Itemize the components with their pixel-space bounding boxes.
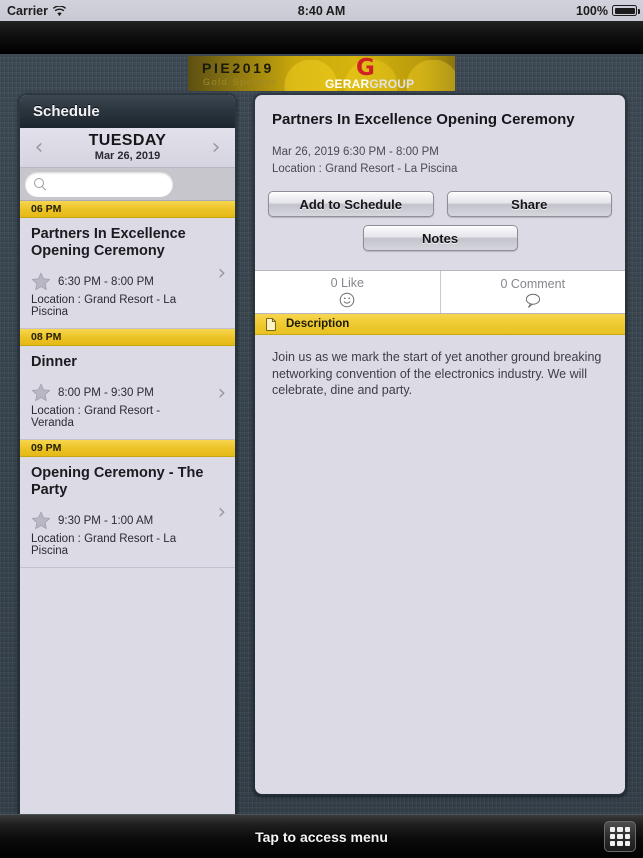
gerar-brand-bold: GERAR <box>325 77 370 91</box>
device-bezel <box>0 21 643 54</box>
list-item[interactable]: Dinner 8:00 PM - 9:30 PM Location : Gran… <box>20 346 235 440</box>
share-button[interactable]: Share <box>446 191 612 217</box>
event-meta: 6:30 PM - 8:00 PM <box>31 272 205 291</box>
event-location: Location : Grand Resort - La Piscina <box>31 294 177 318</box>
event-name: Opening Ceremony - The Party <box>31 465 204 498</box>
smiley-icon <box>339 292 355 308</box>
star-icon[interactable] <box>31 383 51 402</box>
battery-percent-label: 100% <box>576 3 608 18</box>
event-location: Location : Grand Resort - Veranda <box>31 405 161 429</box>
list-item[interactable]: Partners In Excellence Opening Ceremony … <box>20 218 235 329</box>
chevron-right-icon[interactable]: › <box>218 382 226 403</box>
sponsor-banner[interactable]: PIE2019 Gold Sponsor G GERARGROUP <box>188 56 455 91</box>
detail-button-row-secondary: Notes <box>268 225 612 251</box>
document-icon <box>266 317 276 331</box>
search-strip <box>20 168 235 201</box>
event-meta: 8:00 PM - 9:30 PM <box>31 383 205 402</box>
event-meta: 9:30 PM - 1:00 AM <box>31 511 205 530</box>
event-name: Dinner <box>31 354 77 370</box>
event-list: 06 PM Partners In Excellence Opening Cer… <box>20 201 235 568</box>
event-time: 8:00 PM - 9:30 PM <box>58 386 154 399</box>
event-time: 6:30 PM - 8:00 PM <box>58 275 154 288</box>
hour-header: 06 PM <box>20 201 235 218</box>
star-icon[interactable] <box>31 511 51 530</box>
chevron-right-icon[interactable]: › <box>218 262 226 284</box>
hour-header: 08 PM <box>20 329 235 346</box>
detail-button-row-primary: Add to Schedule Share <box>268 191 612 217</box>
chevron-right-icon[interactable]: › <box>218 501 226 523</box>
day-of-week-label: TUESDAY <box>88 132 167 149</box>
detail-action-buttons: Add to Schedule Share Notes <box>255 191 625 270</box>
comment-cell[interactable]: 0 Comment <box>439 271 626 313</box>
schedule-sidebar-inner: Schedule ‹ TUESDAY Mar 26, 2019 › 06 PM … <box>20 95 235 856</box>
hour-label: 08 PM <box>31 331 62 343</box>
detail-event-datetime: Mar 26, 2019 6:30 PM - 8:00 PM <box>272 146 439 158</box>
star-icon[interactable] <box>31 272 51 291</box>
speech-bubble-icon <box>524 293 542 308</box>
menu-bar-label: Tap to access menu <box>255 828 388 845</box>
chevron-right-icon[interactable]: › <box>197 136 235 159</box>
search-box[interactable] <box>25 171 173 197</box>
like-cell[interactable]: 0 Like <box>255 271 440 313</box>
detail-event-location: Location : Grand Resort - La Piscina <box>272 163 458 175</box>
status-clock: 8:40 AM <box>297 3 346 18</box>
list-item[interactable]: Opening Ceremony - The Party 9:30 PM - 1… <box>20 457 235 568</box>
social-row: 0 Like 0 Comment <box>255 270 625 314</box>
hour-header: 09 PM <box>20 440 235 457</box>
bottom-menu-bar[interactable]: Tap to access menu <box>0 814 643 858</box>
sidebar-title-bar: Schedule <box>20 95 235 128</box>
banner-tier-label: Gold Sponsor <box>203 77 278 87</box>
detail-header: Partners In Excellence Opening Ceremony … <box>255 95 625 191</box>
grid-menu-icon[interactable] <box>604 821 636 852</box>
description-body: Join us as we mark the start of yet anot… <box>255 335 625 413</box>
date-display: TUESDAY Mar 26, 2019 <box>58 132 197 163</box>
status-battery-group: 100% <box>576 3 640 18</box>
like-count-label: 0 Like <box>330 276 364 290</box>
date-navigator: ‹ TUESDAY Mar 26, 2019 › <box>20 128 235 168</box>
schedule-sidebar-panel: Schedule ‹ TUESDAY Mar 26, 2019 › 06 PM … <box>18 93 237 858</box>
gerar-brand-name: GERARGROUP <box>325 77 414 91</box>
ios-status-bar: Carrier 8:40 AM 100% <box>0 0 643 21</box>
hour-label: 09 PM <box>31 442 62 454</box>
comment-count-label: 0 Comment <box>500 276 566 291</box>
hour-label: 06 PM <box>31 203 62 215</box>
battery-full-icon <box>612 5 640 16</box>
description-section-header: Description <box>255 314 625 335</box>
banner-event-code: PIE2019 <box>202 60 274 76</box>
search-icon <box>34 178 46 190</box>
detail-event-title: Partners In Excellence Opening Ceremony <box>272 111 575 128</box>
add-to-schedule-button[interactable]: Add to Schedule <box>268 191 434 217</box>
page-title: Schedule <box>33 103 100 120</box>
chevron-left-icon[interactable]: ‹ <box>20 136 58 159</box>
description-section-title: Description <box>286 318 350 330</box>
notes-button[interactable]: Notes <box>362 225 518 251</box>
event-name: Partners In Excellence Opening Ceremony <box>31 226 186 259</box>
event-detail-panel: Partners In Excellence Opening Ceremony … <box>253 93 627 796</box>
event-time: 9:30 PM - 1:00 AM <box>58 514 154 527</box>
date-label: Mar 26, 2019 <box>94 150 161 162</box>
event-detail-inner: Partners In Excellence Opening Ceremony … <box>255 95 625 794</box>
event-location: Location : Grand Resort - La Piscina <box>31 533 177 557</box>
search-input[interactable] <box>52 178 162 190</box>
gerar-brand-light: GROUP <box>369 77 415 91</box>
